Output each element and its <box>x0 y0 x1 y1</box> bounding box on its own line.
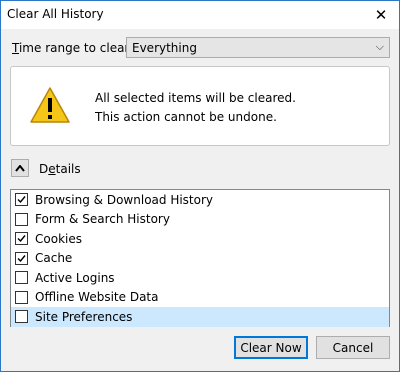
list-item[interactable]: Site Preferences <box>11 307 389 327</box>
checkbox[interactable] <box>15 310 28 324</box>
list-item[interactable]: Offline Website Data <box>11 288 389 308</box>
checkmark-icon <box>17 235 26 243</box>
warning-icon <box>30 87 70 123</box>
list-item[interactable]: Active Logins <box>11 268 389 288</box>
list-item[interactable]: Cookies <box>11 229 389 249</box>
list-item[interactable]: Cache <box>11 249 389 269</box>
chevron-down-icon: ⌵ <box>375 40 384 53</box>
clear-history-dialog: Clear All History ✕ Time range to clear:… <box>0 0 400 372</box>
window-title: Clear All History <box>7 7 104 21</box>
item-label: Cache <box>35 251 73 266</box>
item-label: Offline Website Data <box>35 290 159 305</box>
cancel-label: Cancel <box>332 340 374 355</box>
checkbox[interactable] <box>15 271 28 285</box>
chevron-up-icon <box>15 164 25 172</box>
list-item[interactable]: Form & Search History <box>11 210 389 230</box>
checkbox[interactable] <box>15 251 28 265</box>
details-toggle-button[interactable] <box>11 159 29 177</box>
item-label: Active Logins <box>35 270 115 285</box>
clear-now-button[interactable]: Clear Now <box>234 336 308 359</box>
checkmark-icon <box>17 196 26 204</box>
close-icon: ✕ <box>374 6 388 24</box>
list-item[interactable]: Browsing & Download History <box>11 190 389 210</box>
cancel-button[interactable]: Cancel <box>316 336 390 359</box>
time-range-select[interactable]: Everything ⌵ <box>126 37 390 58</box>
history-items-list: Browsing & Download History Form & Searc… <box>10 189 390 327</box>
checkbox[interactable] <box>15 232 28 246</box>
time-range-label: Time range to clear: <box>12 41 134 55</box>
warning-box: All selected items will be cleared. This… <box>10 66 390 146</box>
close-button[interactable]: ✕ <box>363 1 399 29</box>
warning-line-1: All selected items will be cleared. <box>95 91 296 105</box>
title-bar: Clear All History ✕ <box>1 1 399 29</box>
item-label: Site Preferences <box>35 309 133 324</box>
item-label: Browsing & Download History <box>35 192 214 207</box>
checkmark-icon <box>17 254 26 262</box>
checkbox[interactable] <box>15 193 28 207</box>
clear-now-label: Clear Now <box>240 340 302 355</box>
dialog-content: Time range to clear: Everything ⌵ All se… <box>1 29 399 371</box>
item-label: Cookies <box>35 231 82 246</box>
item-label: Form & Search History <box>35 212 170 227</box>
checkbox[interactable] <box>15 212 28 226</box>
warning-line-2: This action cannot be undone. <box>95 110 277 124</box>
details-label[interactable]: Details <box>39 162 81 176</box>
checkbox[interactable] <box>15 290 28 304</box>
time-range-value: Everything <box>132 40 197 55</box>
